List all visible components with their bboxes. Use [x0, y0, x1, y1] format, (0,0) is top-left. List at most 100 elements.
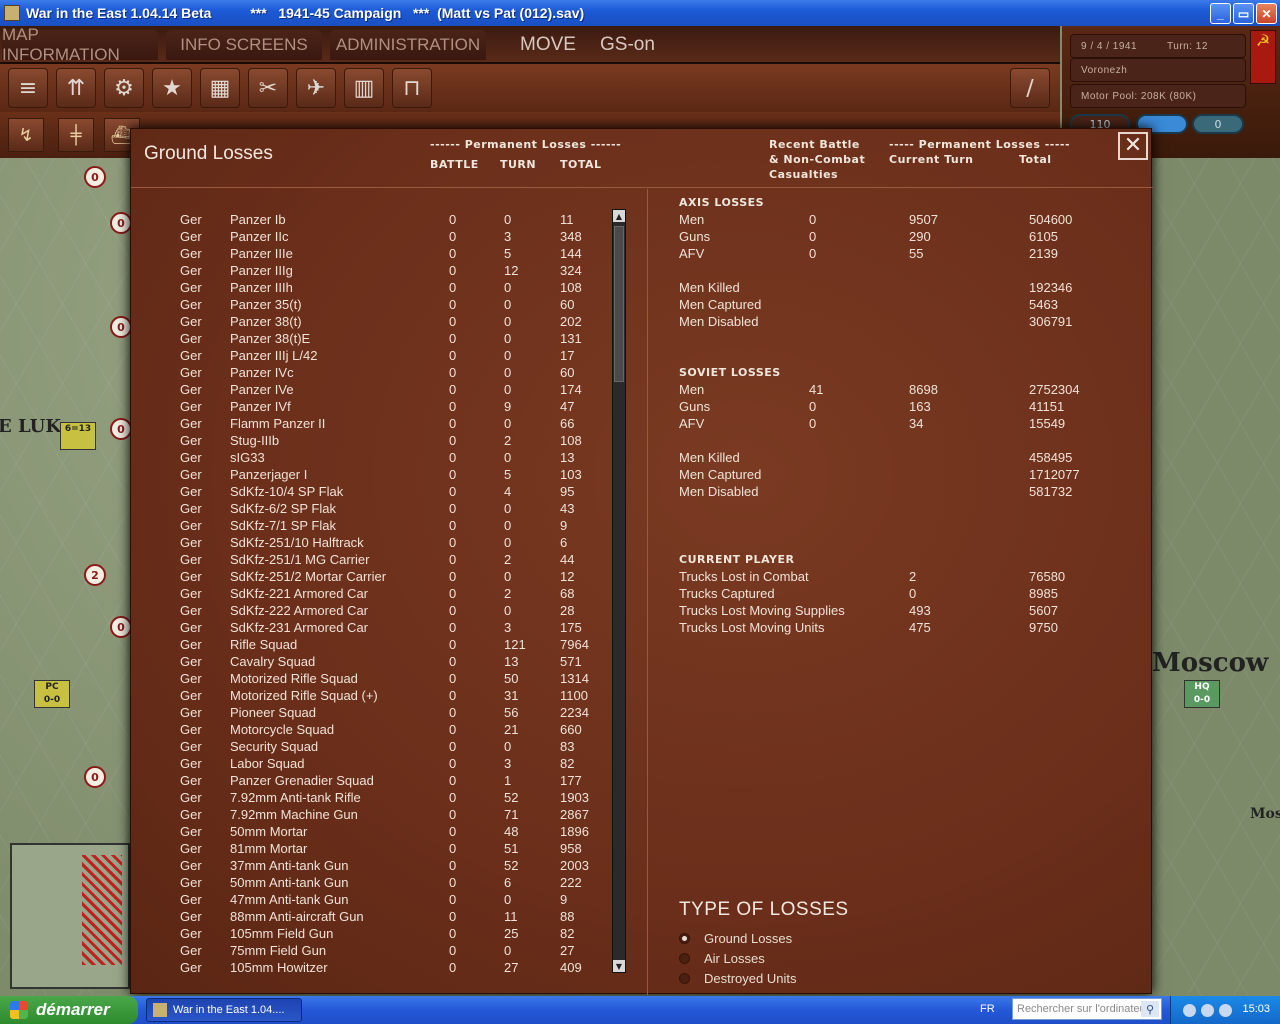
map-counter[interactable]: 0 [84, 166, 106, 188]
loss-row[interactable]: Ger SdKfz-10/4 SP Flak 0 4 95 [131, 483, 611, 500]
loss-row[interactable]: Ger Labor Squad 0 3 82 [131, 755, 611, 772]
loss-row[interactable]: Ger SdKfz-221 Armored Car 0 2 68 [131, 585, 611, 602]
loss-row[interactable]: Ger 47mm Anti-tank Gun 0 0 9 [131, 891, 611, 908]
rail-icon[interactable]: ▥ [344, 68, 384, 108]
loss-row[interactable]: Ger Pioneer Squad 0 56 2234 [131, 704, 611, 721]
loss-row[interactable]: Ger 7.92mm Anti-tank Rifle 0 52 1903 [131, 789, 611, 806]
minimap[interactable] [10, 843, 130, 989]
loss-row[interactable]: Ger 7.92mm Machine Gun 0 71 2867 [131, 806, 611, 823]
loss-row[interactable]: Ger SdKfz-7/1 SP Flak 0 0 9 [131, 517, 611, 534]
tray-globe-icon[interactable] [1201, 1004, 1214, 1017]
loss-row[interactable]: Ger Motorized Rifle Squad (+) 0 31 1100 [131, 687, 611, 704]
loss-row[interactable]: Ger Panzer IIIj L/42 0 0 17 [131, 347, 611, 364]
radio-icon[interactable] [679, 932, 690, 944]
side-cell: Ger [180, 943, 202, 958]
loss-row[interactable]: Ger sIG33 0 0 13 [131, 449, 611, 466]
gear-icon[interactable]: ⚙ [104, 68, 144, 108]
loss-row[interactable]: Ger SdKfz-251/2 Mortar Carrier 0 0 12 [131, 568, 611, 585]
loss-row[interactable]: Ger Cavalry Squad 0 13 571 [131, 653, 611, 670]
pencil-icon[interactable]: ∕ [1010, 68, 1050, 108]
turn-cell: 0 [504, 501, 512, 516]
map-counter[interactable]: 0 [110, 212, 132, 234]
loss-row[interactable]: Ger SdKfz-222 Armored Car 0 0 28 [131, 602, 611, 619]
route-icon[interactable]: ↯ [8, 118, 44, 152]
rail-switch-icon[interactable]: ⊓ [392, 68, 432, 108]
loss-row[interactable]: Ger 88mm Anti-aircraft Gun 0 11 88 [131, 908, 611, 925]
stack-icon[interactable]: ≡ [8, 68, 48, 108]
language-indicator[interactable]: FR [980, 1003, 995, 1015]
scroll-up-icon[interactable]: ▲ [613, 210, 625, 222]
list-scrollbar[interactable]: ▲ ▼ [612, 209, 626, 973]
loss-row[interactable]: Ger 37mm Anti-tank Gun 0 52 2003 [131, 857, 611, 874]
crossed-tools-icon[interactable]: ✂ [248, 68, 288, 108]
loss-row[interactable]: Ger Panzer IIIg 0 12 324 [131, 262, 611, 279]
loss-row[interactable]: Ger 50mm Anti-tank Gun 0 6 222 [131, 874, 611, 891]
loss-row[interactable]: Ger Panzer IIc 0 3 348 [131, 228, 611, 245]
grid-icon[interactable]: ▦ [200, 68, 240, 108]
loss-row[interactable]: Ger Panzer 35(t) 0 0 60 [131, 296, 611, 313]
loss-row[interactable]: Ger Security Squad 0 0 83 [131, 738, 611, 755]
radio-icon[interactable] [679, 972, 690, 984]
loss-row[interactable]: Ger 105mm Howitzer 0 27 409 [131, 959, 611, 976]
total-cell: 2867 [560, 807, 589, 822]
radio-icon[interactable] [679, 952, 690, 964]
loss-row[interactable]: Ger Panzer 38(t)E 0 0 131 [131, 330, 611, 347]
loss-row[interactable]: Ger Motorized Rifle Squad 0 50 1314 [131, 670, 611, 687]
loss-row[interactable]: Ger Rifle Squad 0 121 7964 [131, 636, 611, 653]
minimize-button[interactable]: _ [1210, 3, 1231, 24]
tab-administration[interactable]: ADMINISTRATION [330, 30, 486, 60]
loss-row[interactable]: Ger Panzer IVe 0 0 174 [131, 381, 611, 398]
taskbar-app-item[interactable]: War in the East 1.04.... [146, 998, 302, 1022]
search-input[interactable]: Rechercher sur l'ordinateur ⚲ [1012, 998, 1162, 1020]
maximize-button[interactable]: ▭ [1233, 3, 1254, 24]
turn-cell: 2 [504, 586, 512, 601]
scroll-down-icon[interactable]: ▼ [613, 960, 625, 972]
battle-cell: 0 [449, 280, 457, 295]
loss-row[interactable]: Ger Panzerjager I 0 5 103 [131, 466, 611, 483]
tray-volume-icon[interactable] [1219, 1004, 1232, 1017]
scroll-thumb[interactable] [614, 226, 624, 382]
loss-row[interactable]: Ger 75mm Field Gun 0 0 27 [131, 942, 611, 959]
loss-row[interactable]: Ger Panzer Grenadier Squad 0 1 177 [131, 772, 611, 789]
map-unit-hq[interactable]: HQ 0-0 [1184, 680, 1220, 708]
loss-row[interactable]: Ger 50mm Mortar 0 48 1896 [131, 823, 611, 840]
map-counter[interactable]: 2 [84, 564, 106, 586]
star-icon[interactable]: ★ [152, 68, 192, 108]
loss-row[interactable]: Ger 81mm Mortar 0 51 958 [131, 840, 611, 857]
map-counter[interactable]: 0 [110, 616, 132, 638]
loss-row[interactable]: Ger SdKfz-251/1 MG Carrier 0 2 44 [131, 551, 611, 568]
tab-info-screens[interactable]: INFO SCREENS [166, 30, 322, 60]
loss-row[interactable]: Ger Panzer IVf 0 9 47 [131, 398, 611, 415]
loss-row[interactable]: Ger 105mm Field Gun 0 25 82 [131, 925, 611, 942]
start-button[interactable]: démarrer [0, 996, 138, 1024]
loss-row[interactable]: Ger Motorcycle Squad 0 21 660 [131, 721, 611, 738]
loss-row[interactable]: Ger Panzer IIIe 0 5 144 [131, 245, 611, 262]
tab-map-information[interactable]: MAP INFORMATION [2, 25, 158, 64]
loss-row[interactable]: Ger SdKfz-251/10 Halftrack 0 0 6 [131, 534, 611, 551]
loss-type-option[interactable]: Ground Losses [679, 929, 792, 947]
loss-row[interactable]: Ger Panzer Ib 0 0 11 [131, 211, 611, 228]
battle-cell: 0 [449, 365, 457, 380]
map-counter[interactable]: 0 [110, 418, 132, 440]
close-dialog-button[interactable]: ✕ [1118, 132, 1148, 160]
loss-row[interactable]: Ger Flamm Panzer II 0 0 66 [131, 415, 611, 432]
loss-type-option[interactable]: Air Losses [679, 949, 765, 967]
map-counter[interactable]: 0 [110, 316, 132, 338]
map-counter[interactable]: 0 [84, 766, 106, 788]
loss-row[interactable]: Ger SdKfz-6/2 SP Flak 0 0 43 [131, 500, 611, 517]
loss-row[interactable]: Ger SdKfz-231 Armored Car 0 3 175 [131, 619, 611, 636]
loss-row[interactable]: Ger Panzer IVc 0 0 60 [131, 364, 611, 381]
map-unit[interactable]: 6=13 [60, 422, 96, 450]
loss-row[interactable]: Ger Stug-IIIb 0 2 108 [131, 432, 611, 449]
arrows-up-icon[interactable]: ⇈ [56, 68, 96, 108]
loss-row[interactable]: Ger Panzer 38(t) 0 0 202 [131, 313, 611, 330]
tray-network-icon[interactable] [1183, 1004, 1196, 1017]
loss-row[interactable]: Ger Panzer IIIh 0 0 108 [131, 279, 611, 296]
satellite-icon[interactable]: ✈ [296, 68, 336, 108]
loss-type-option[interactable]: Destroyed Units [679, 969, 796, 987]
rail-track-icon[interactable]: ╪ [58, 118, 94, 152]
map-unit-pc[interactable]: PC 0-0 [34, 680, 70, 708]
search-icon[interactable]: ⚲ [1141, 1001, 1159, 1017]
close-window-button[interactable]: ✕ [1256, 3, 1277, 24]
gs-status[interactable]: GS-on [600, 34, 655, 56]
